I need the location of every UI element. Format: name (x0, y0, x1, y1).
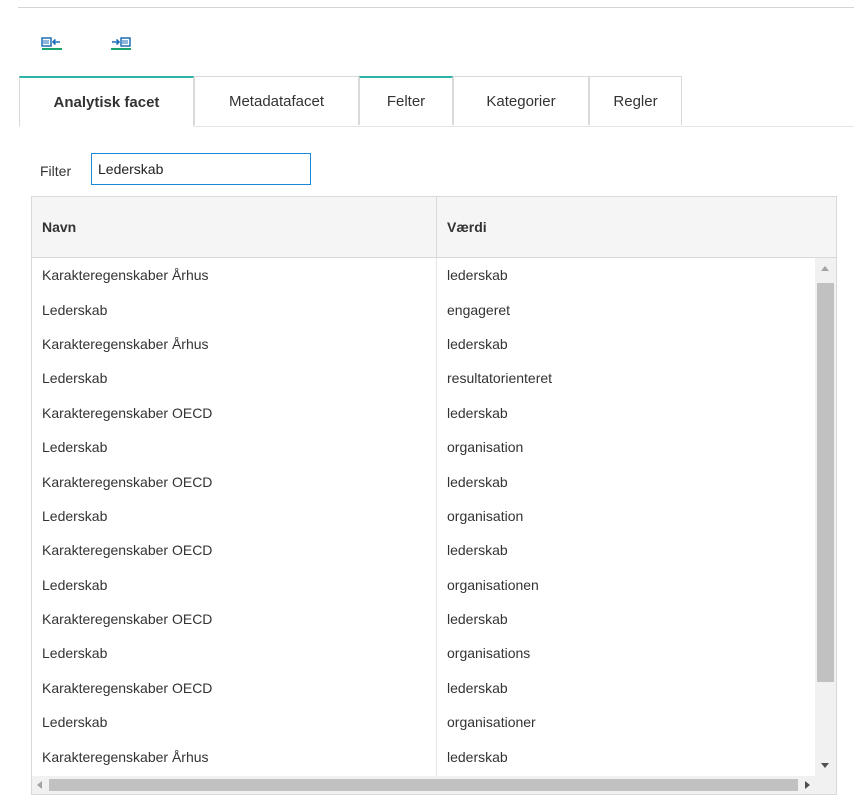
top-divider (18, 7, 854, 8)
cell-vaerdi: lederskab (447, 542, 508, 559)
scroll-down-arrow-icon[interactable] (821, 763, 829, 768)
column-header-navn[interactable]: Navn (32, 197, 436, 257)
vertical-scrollbar[interactable] (815, 258, 836, 776)
cell-vaerdi: lederskab (447, 679, 508, 696)
cell-navn: Lederskab (42, 370, 108, 387)
cell-vaerdi: resultatorienteret (447, 370, 553, 387)
cell-navn: Lederskab (42, 576, 108, 593)
horizontal-scrollbar[interactable] (32, 776, 815, 794)
table-row[interactable]: Lederskab resultatorienteret (32, 361, 815, 395)
table-row[interactable]: Lederskab organisationer (32, 705, 815, 739)
cell-vaerdi: lederskab (447, 267, 508, 284)
cell-navn: Karakteregenskaber Århus (42, 748, 209, 765)
table-row[interactable]: Lederskab organisations (32, 636, 815, 670)
cell-vaerdi: organisations (447, 645, 531, 662)
horizontal-scroll-thumb[interactable] (49, 779, 798, 791)
column-header-vaerdi[interactable]: Værdi (437, 197, 836, 257)
table-row[interactable]: Karakteregenskaber Århus lederskab (32, 258, 815, 292)
table-body: Karakteregenskaber Århus lederskab Ledersk… (32, 258, 815, 776)
table-row[interactable]: Lederskab engageret (32, 292, 815, 326)
cell-navn: Lederskab (42, 301, 108, 318)
cell-navn: Karakteregenskaber Århus (42, 267, 209, 284)
cell-navn: Karakteregenskaber OECD (42, 473, 213, 490)
table-row[interactable]: Lederskab organisation (32, 430, 815, 464)
cell-navn: Lederskab (42, 507, 108, 524)
cell-vaerdi: lederskab (447, 748, 508, 765)
cell-vaerdi: organisationen (447, 576, 539, 593)
panel-collapse-left-icon[interactable] (41, 34, 63, 52)
tab-metadatafacet[interactable]: Metadatafacet (194, 76, 359, 125)
cell-vaerdi: organisationer (447, 714, 536, 731)
scroll-up-arrow-icon[interactable] (821, 266, 829, 271)
tab-kategorier[interactable]: Kategorier (453, 76, 589, 125)
table-row[interactable]: Karakteregenskaber Århus lederskab (32, 739, 815, 773)
cell-vaerdi: engageret (447, 301, 511, 318)
cell-navn: Lederskab (42, 645, 108, 662)
scroll-left-arrow-icon[interactable] (37, 781, 42, 789)
filter-label: Filter (40, 163, 72, 179)
results-table: Navn Værdi Karakteregenskaber Århus leder… (31, 196, 837, 795)
panel-expand-right-icon[interactable] (110, 34, 132, 52)
scroll-right-arrow-icon[interactable] (805, 781, 810, 789)
cell-navn: Karakteregenskaber OECD (42, 611, 213, 628)
cell-navn: Karakteregenskaber Århus (42, 335, 209, 352)
table-row[interactable]: Karakteregenskaber OECD lederskab (32, 396, 815, 430)
table-row[interactable]: Lederskab organisation (32, 499, 815, 533)
table-header: Navn Værdi (32, 197, 836, 258)
tab-felter[interactable]: Felter (359, 76, 453, 125)
cell-vaerdi: lederskab (447, 611, 508, 628)
table-row[interactable]: Karakteregenskaber OECD lederskab (32, 671, 815, 705)
cell-vaerdi: lederskab (447, 335, 508, 352)
table-row[interactable]: Karakteregenskaber Århus lederskab (32, 327, 815, 361)
cell-vaerdi: lederskab (447, 404, 508, 421)
cell-navn: Karakteregenskaber OECD (42, 679, 213, 696)
scrollbar-corner (815, 776, 836, 794)
vertical-scroll-thumb[interactable] (817, 283, 834, 682)
cell-navn: Karakteregenskaber OECD (42, 404, 213, 421)
table-row[interactable]: Lederskab organisationen (32, 568, 815, 602)
table-row[interactable]: Karakteregenskaber OECD lederskab (32, 602, 815, 636)
tab-analytisk-facet[interactable]: Analytisk facet (19, 76, 194, 127)
tab-bar: Analytisk facet Metadatafacet Felter Kat… (19, 76, 854, 127)
cell-vaerdi: organisation (447, 439, 524, 456)
cell-vaerdi: lederskab (447, 473, 508, 490)
table-row[interactable]: Karakteregenskaber OECD lederskab (32, 464, 815, 498)
tab-regler[interactable]: Regler (589, 76, 682, 125)
filter-input[interactable] (91, 153, 311, 185)
cell-navn: Lederskab (42, 439, 108, 456)
cell-navn: Karakteregenskaber OECD (42, 542, 213, 559)
table-row[interactable]: Karakteregenskaber OECD lederskab (32, 533, 815, 567)
cell-vaerdi: organisation (447, 507, 524, 524)
cell-navn: Lederskab (42, 714, 108, 731)
